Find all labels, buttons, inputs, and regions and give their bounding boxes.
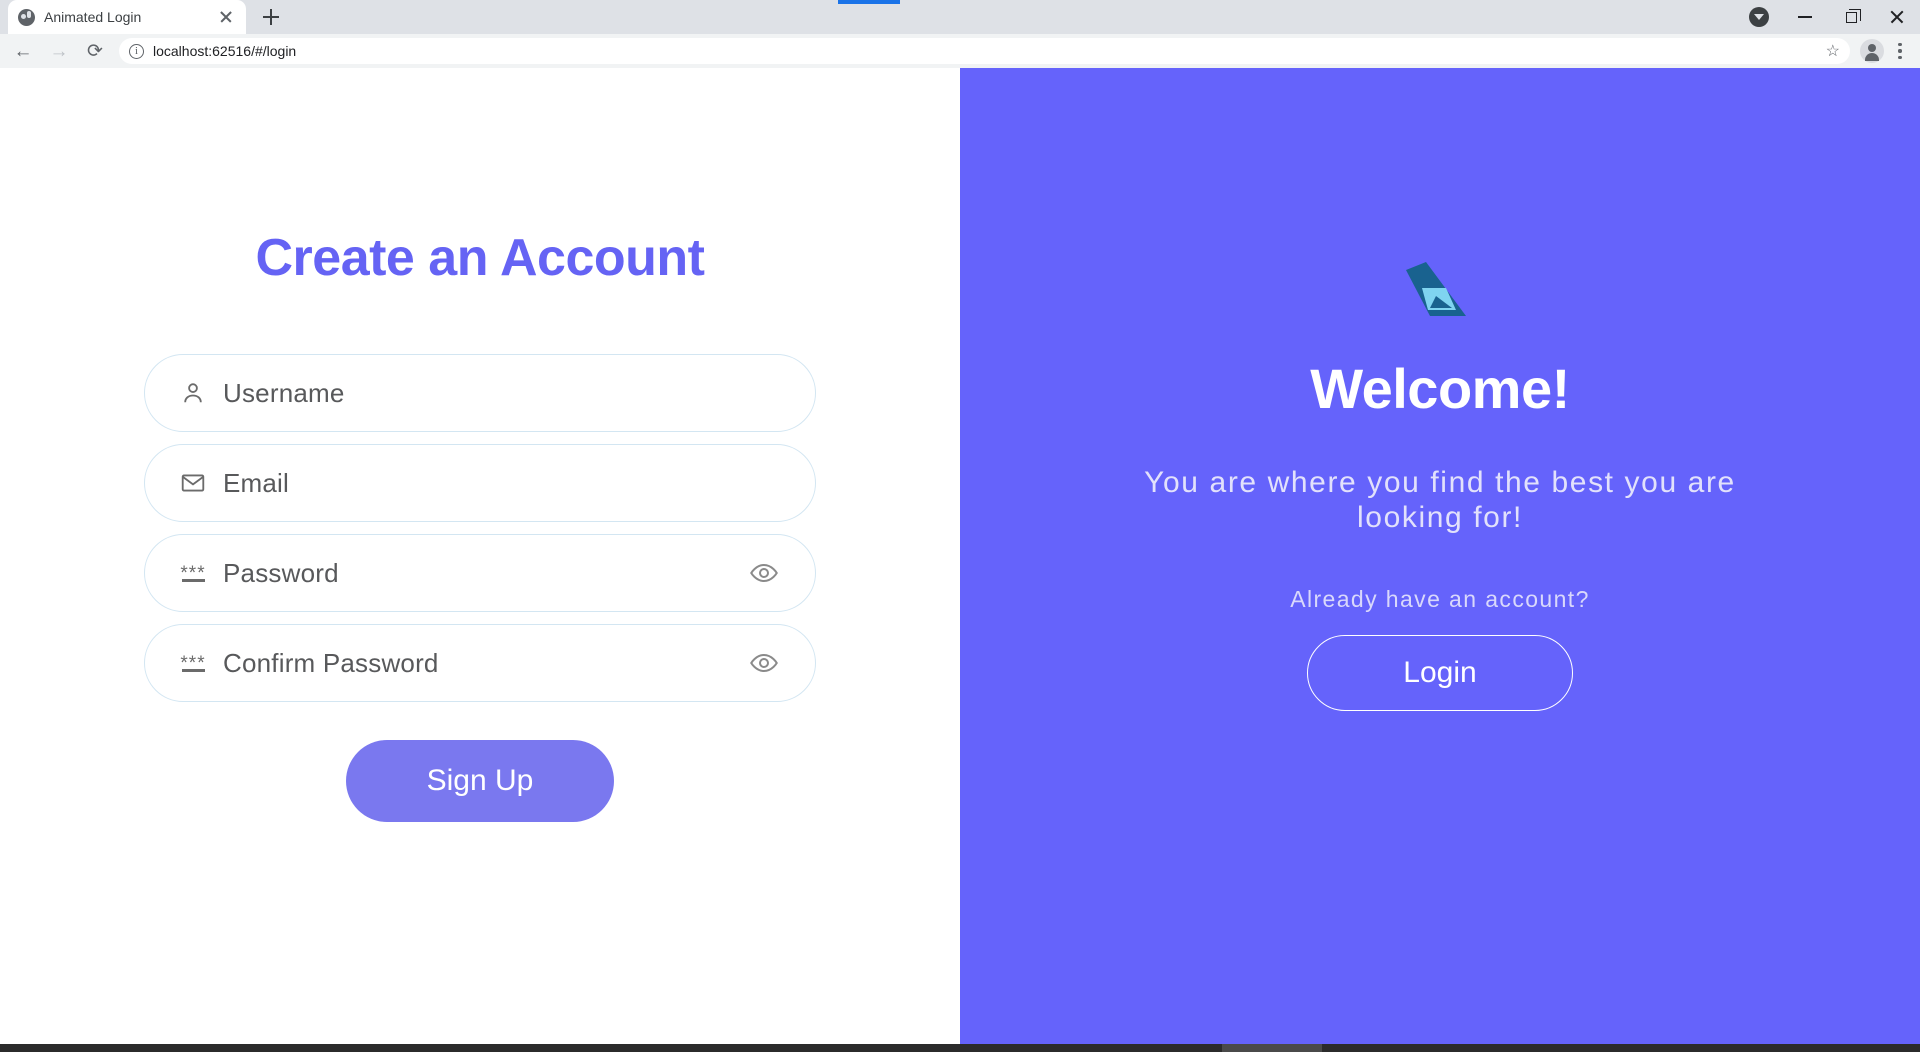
confirm-password-field[interactable]: *** Confirm Password [144, 624, 816, 702]
tab-strip: Animated Login [0, 0, 1920, 34]
reload-icon: ⟳ [87, 40, 103, 62]
globe-icon [18, 8, 35, 26]
avatar[interactable] [1860, 39, 1884, 63]
welcome-subtitle: You are where you find the best you are … [1144, 466, 1736, 535]
welcome-title: Welcome! [1310, 357, 1570, 420]
username-field[interactable]: Username [144, 354, 816, 432]
browser-tab-animated-login[interactable]: Animated Login [8, 0, 246, 34]
toggle-password-visibility-icon[interactable] [747, 556, 781, 590]
browser-toolbar: ← → ⟳ i localhost:62516/#/login ☆ [0, 34, 1920, 68]
new-tab-button[interactable] [254, 0, 288, 34]
chevron-down-icon [1749, 7, 1769, 27]
url-text: localhost:62516/#/login [153, 43, 297, 59]
envelope-icon [179, 469, 207, 497]
account-prompt-text: Already have an account? [1290, 585, 1590, 612]
maximize-button[interactable] [1828, 0, 1874, 34]
kebab-dot [1898, 42, 1902, 47]
arrow-right-icon: → [49, 40, 69, 62]
browser-window: Animated Login ← → ⟳ i localhost:62516/#… [0, 0, 1920, 1052]
profile-badge-button[interactable] [1736, 0, 1782, 34]
password-field[interactable]: *** Password [144, 534, 816, 612]
reload-button[interactable]: ⟳ [78, 34, 112, 68]
maximize-icon [1845, 8, 1861, 23]
password-asterisk-icon: *** [180, 653, 206, 675]
minimize-button[interactable] [1782, 0, 1828, 34]
login-button[interactable]: Login [1307, 634, 1573, 711]
kebab-dot [1898, 55, 1902, 60]
signup-form: Username Email *** Password *** Confirm … [144, 354, 816, 702]
email-field[interactable]: Email [144, 444, 816, 522]
password-placeholder: Password [223, 557, 339, 588]
star-icon[interactable]: ☆ [1826, 41, 1840, 61]
password-asterisk-icon: *** [180, 563, 206, 585]
page-title: Create an Account [255, 229, 705, 287]
toggle-confirm-password-visibility-icon[interactable] [747, 646, 781, 680]
welcome-panel: Welcome! You are where you find the best… [960, 68, 1920, 1044]
taskbar-active-item[interactable] [1222, 1044, 1322, 1052]
confirm-password-placeholder: Confirm Password [223, 647, 439, 678]
minimize-icon [1798, 16, 1812, 18]
window-drag-indicator [838, 0, 900, 4]
kebab-dot [1898, 49, 1902, 53]
person-icon [179, 379, 207, 407]
chrome-menu-button[interactable] [1886, 34, 1914, 68]
email-placeholder: Email [223, 467, 290, 498]
close-icon[interactable] [216, 7, 236, 27]
address-bar[interactable]: i localhost:62516/#/login ☆ [119, 38, 1850, 64]
brand-logo-icon [1400, 258, 1480, 328]
info-circle-icon[interactable]: i [129, 43, 144, 59]
os-taskbar [0, 1044, 1920, 1052]
forward-button[interactable]: → [42, 34, 76, 68]
window-close-button[interactable] [1874, 0, 1920, 34]
arrow-left-icon: ← [13, 40, 33, 62]
close-icon [1889, 9, 1905, 25]
page-viewport: Create an Account Username Email *** Pas… [0, 68, 1920, 1044]
back-button[interactable]: ← [6, 34, 40, 68]
username-placeholder: Username [223, 377, 345, 408]
sign-up-button[interactable]: Sign Up [346, 740, 614, 822]
tab-title: Animated Login [44, 9, 142, 25]
window-controls [1736, 0, 1920, 34]
signup-panel: Create an Account Username Email *** Pas… [0, 68, 960, 1044]
